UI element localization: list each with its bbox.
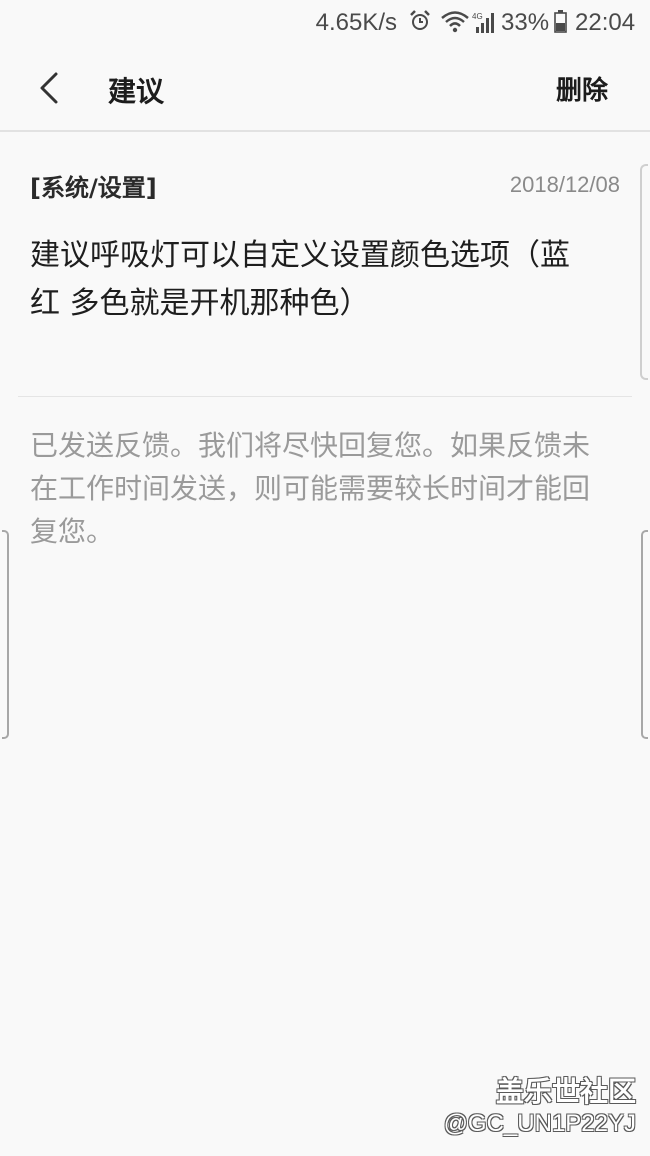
edge-handle-right[interactable] bbox=[641, 530, 648, 739]
chevron-left-icon bbox=[40, 72, 58, 104]
feedback-notice: 已发送反馈。我们将尽快回复您。如果反馈未在工作时间发送，则可能需要较长时间才能回… bbox=[30, 429, 591, 548]
delete-button[interactable]: 删除 bbox=[556, 70, 608, 107]
scroll-indicator[interactable] bbox=[640, 164, 648, 380]
edge-handle-left bbox=[2, 530, 9, 739]
network-type-label: 4G bbox=[472, 12, 483, 21]
clock: 22:04 bbox=[575, 9, 636, 36]
feedback-category: [系统/设置] bbox=[30, 174, 157, 202]
back-button[interactable] bbox=[28, 66, 72, 110]
feedback-content: 建议呼吸灯可以自定义设置颜色选项（蓝 红 多色就是开机那种色） bbox=[30, 238, 570, 321]
page-title: 建议 bbox=[108, 75, 165, 108]
network-speed: 4.65K/s bbox=[315, 9, 397, 36]
app-bar: 建议 删除 bbox=[0, 46, 650, 130]
app-bar-divider bbox=[0, 130, 650, 132]
watermark-site: 盖乐世社区 bbox=[495, 1075, 636, 1108]
watermark-user: @GC_UN1P22YJ bbox=[443, 1110, 636, 1137]
alarm-clock-icon bbox=[410, 10, 430, 30]
battery-icon bbox=[554, 10, 567, 33]
section-divider bbox=[18, 396, 632, 397]
signal-icon: 4G bbox=[472, 12, 494, 33]
battery-percent: 33% bbox=[501, 9, 550, 36]
status-bar: 4.65K/s 4G 33% 22:04 bbox=[0, 0, 650, 46]
wifi-icon bbox=[441, 11, 469, 33]
feedback-date: 2018/12/08 bbox=[509, 172, 620, 197]
